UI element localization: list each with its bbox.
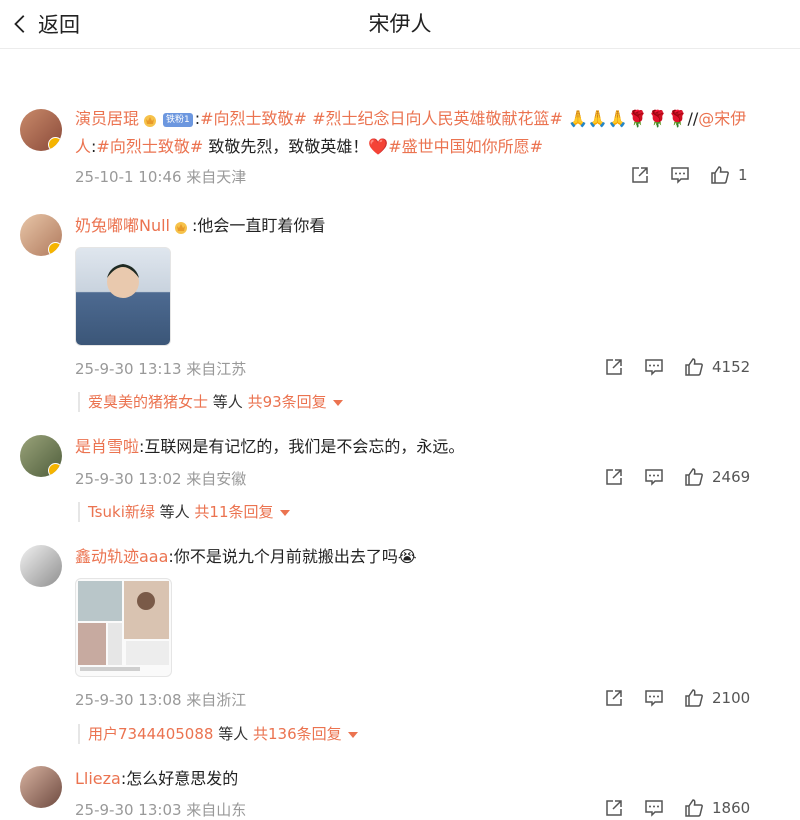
comment-icon (645, 800, 663, 817)
avatar[interactable] (20, 766, 62, 808)
comment-actions: 1 (630, 163, 800, 187)
verified-icon (48, 242, 62, 256)
reply-user[interactable]: 爱臭美的猪猪女士 (88, 393, 208, 411)
comment-meta: 25-10-1 10:46 来自天津 (75, 168, 247, 186)
like-button[interactable]: 1860 (684, 796, 750, 820)
comment-meta: 25-9-30 13:03 来自山东 (75, 801, 247, 819)
comment-icon (645, 690, 663, 707)
like-count: 1 (738, 166, 748, 184)
username[interactable]: 鑫动轨迹aaa (75, 547, 168, 566)
comment-image[interactable] (75, 578, 172, 677)
username[interactable]: 是肖雪啦 (75, 437, 139, 456)
like-button[interactable]: 1 (710, 163, 748, 187)
caret-down-icon (332, 399, 343, 406)
reply-user[interactable]: 用户7344405088 (88, 725, 213, 743)
crying-emoji: 😭 (397, 547, 417, 566)
comment-meta: 25-9-30 13:13 来自江苏 (75, 360, 247, 378)
comment-icon (671, 167, 689, 184)
reply-summary[interactable]: Tsuki新绿 等人 共11条回复 (78, 502, 290, 522)
comment-button[interactable] (644, 355, 664, 379)
comment-button[interactable] (644, 796, 664, 820)
comment-text: :他会一直盯着你看 (192, 216, 326, 235)
avatar[interactable] (20, 214, 62, 256)
comment-image[interactable] (75, 247, 171, 346)
verified-icon (48, 137, 62, 151)
hashtag[interactable]: #向烈士致敬# (200, 109, 307, 128)
comment-text: :怎么好意思发的 (120, 769, 239, 788)
emoji-text: 🙏🙏🙏🌹🌹🌹// (567, 109, 699, 128)
like-button[interactable]: 4152 (684, 355, 750, 379)
reply-user[interactable]: Tsuki新绿 (88, 503, 155, 521)
like-count: 4152 (712, 358, 751, 376)
mention[interactable]: @宋伊 (698, 109, 746, 128)
collage-image (78, 581, 169, 671)
reply-summary[interactable]: 爱臭美的猪猪女士 等人 共93条回复 (78, 392, 343, 412)
like-count: 1860 (712, 799, 751, 817)
fan-badge: 铁粉1 (163, 112, 193, 127)
reply-mid: 等人 (213, 725, 253, 743)
reply-count[interactable]: 共136条回复 (253, 725, 342, 743)
like-count: 2469 (712, 468, 751, 486)
comment-icon (645, 469, 663, 486)
reply-mid: 等人 (154, 503, 195, 521)
avatar[interactable] (20, 545, 62, 587)
comment-button[interactable] (670, 163, 690, 187)
share-icon (606, 359, 622, 375)
username[interactable]: 演员居琨 (75, 109, 139, 128)
heart-emoji: ❤️ (368, 137, 389, 156)
like-icon (685, 358, 703, 376)
comment-text: :互联网是有记忆的，我们是不会忘的，永远。 (139, 437, 465, 456)
share-icon (606, 800, 622, 816)
like-count: 2100 (712, 689, 751, 707)
caret-down-icon (279, 509, 290, 516)
comment-actions: 1860 (606, 796, 800, 820)
like-button[interactable]: 2100 (684, 686, 750, 710)
comment-meta: 25-9-30 13:08 来自浙江 (75, 691, 247, 709)
caret-down-icon (347, 731, 358, 738)
comment-actions: 2100 (606, 686, 800, 710)
like-icon (685, 799, 703, 817)
portrait-image (107, 264, 139, 298)
comment-actions: 4152 (606, 355, 800, 379)
reply-summary[interactable]: 用户7344405088 等人 共136条回复 (78, 724, 358, 744)
comment-icon (645, 359, 663, 376)
like-icon (685, 689, 703, 707)
comment-actions: 2469 (606, 465, 800, 489)
mention[interactable]: 人 (75, 137, 91, 156)
hashtag[interactable]: #向烈士致敬# (96, 137, 203, 156)
share-button[interactable] (604, 686, 624, 710)
hashtag[interactable]: #烈士纪念日向人民英雄敬献花篮# (312, 109, 563, 128)
share-icon (632, 167, 648, 183)
comment-text: 致敬先烈，致敬英雄！ (203, 137, 369, 156)
share-button[interactable] (604, 465, 624, 489)
like-button[interactable]: 2469 (684, 465, 750, 489)
reply-count[interactable]: 共11条回复 (194, 503, 273, 521)
verified-icon (48, 463, 62, 477)
share-icon (606, 469, 622, 485)
comment-button[interactable] (644, 465, 664, 489)
like-icon (711, 166, 729, 184)
username[interactable]: 奶兔嘟嘟Null (75, 216, 170, 235)
avatar[interactable] (20, 435, 62, 477)
share-button[interactable] (604, 355, 624, 379)
avatar[interactable] (20, 109, 62, 151)
share-button[interactable] (630, 163, 650, 187)
comment-text: :你不是说九个月前就搬出去了吗 (168, 547, 398, 566)
crown-icon (144, 114, 157, 127)
hashtag[interactable]: #盛世中国如你所愿# (388, 137, 543, 156)
crown-icon (175, 221, 188, 234)
nav-header: 返回 宋伊人 (0, 0, 800, 49)
username[interactable]: Llieza (75, 769, 121, 788)
like-icon (685, 468, 703, 486)
comment-meta: 25-9-30 13:02 来自安徽 (75, 470, 247, 488)
share-icon (606, 690, 622, 706)
comment-button[interactable] (644, 686, 664, 710)
reply-count[interactable]: 共93条回复 (248, 393, 327, 411)
reply-mid: 等人 (208, 393, 248, 411)
page-title: 宋伊人 (368, 12, 432, 36)
share-button[interactable] (604, 796, 624, 820)
